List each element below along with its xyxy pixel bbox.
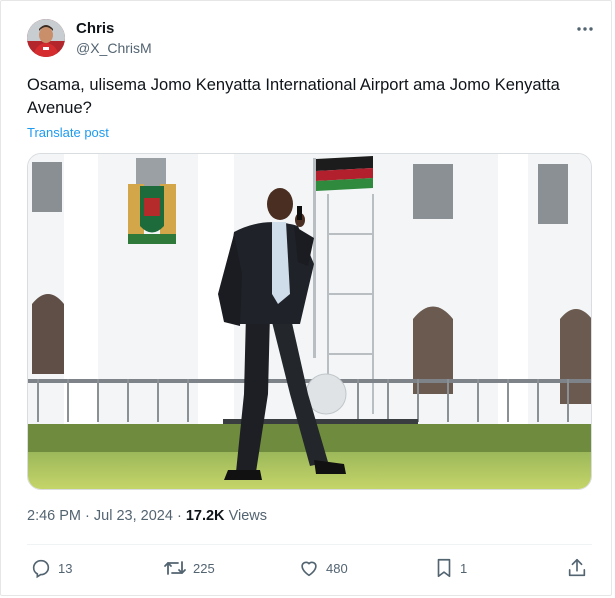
meta-separator: · bbox=[176, 508, 182, 524]
repost-icon bbox=[164, 561, 186, 575]
reply-count: 13 bbox=[58, 560, 73, 576]
views-label: Views bbox=[228, 508, 267, 524]
bookmark-icon bbox=[437, 558, 451, 578]
author-name[interactable]: Chris bbox=[76, 20, 114, 37]
post-meta: 2:46 PM · Jul 23, 2024 · 17.2K Views bbox=[27, 508, 267, 524]
post-time[interactable]: 2:46 PM bbox=[27, 508, 81, 524]
share-button[interactable] bbox=[566, 556, 588, 580]
photo-man-walking-icon bbox=[28, 154, 591, 489]
more-options-button[interactable] bbox=[574, 18, 596, 40]
post-date[interactable]: Jul 23, 2024 bbox=[94, 508, 173, 524]
bookmark-button[interactable]: 1 bbox=[434, 556, 467, 580]
like-button[interactable]: 480 bbox=[298, 556, 348, 580]
repost-button[interactable]: 225 bbox=[163, 556, 215, 580]
views-count: 17.2K bbox=[185, 508, 225, 524]
repost-count: 225 bbox=[193, 560, 215, 576]
meta-separator: · bbox=[85, 508, 90, 524]
bookmark-count: 1 bbox=[460, 560, 468, 576]
divider bbox=[27, 544, 592, 545]
author-handle[interactable]: @X_ChrisM bbox=[76, 40, 152, 56]
reply-icon bbox=[32, 559, 50, 579]
like-count: 480 bbox=[326, 560, 348, 576]
translate-post-link[interactable]: Translate post bbox=[27, 125, 109, 140]
post-image[interactable] bbox=[27, 153, 592, 490]
heart-icon bbox=[301, 561, 317, 577]
post-text: Osama, ulisema Jomo Kenyatta Internation… bbox=[27, 76, 560, 117]
more-dots-icon bbox=[577, 27, 593, 31]
reply-button[interactable]: 13 bbox=[30, 556, 72, 580]
share-icon bbox=[568, 558, 586, 577]
avatar[interactable] bbox=[27, 19, 65, 57]
